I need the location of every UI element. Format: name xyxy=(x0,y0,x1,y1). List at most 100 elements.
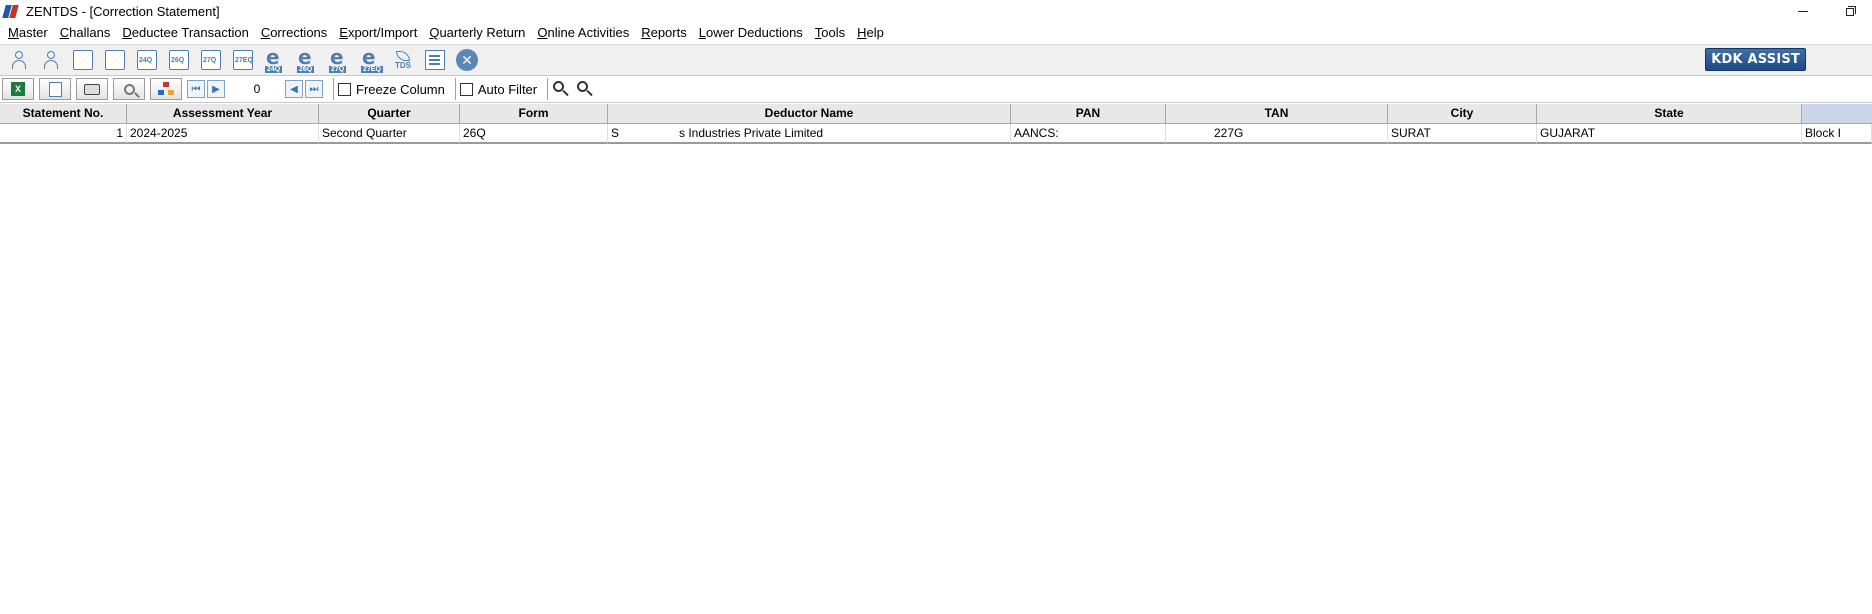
header-deductor-name[interactable]: Deductor Name xyxy=(608,104,1011,124)
cell-form[interactable]: 26Q xyxy=(460,124,608,144)
cell-state[interactable]: GUJARAT xyxy=(1537,124,1802,144)
e-27q-button[interactable]: e 27Q xyxy=(324,45,354,74)
close-circle-icon: ✕ xyxy=(456,49,478,71)
skip-last-icon: ⏭ xyxy=(309,83,319,95)
document-icon xyxy=(48,81,62,97)
e-return-27eq-icon: e 27EQ xyxy=(361,45,383,73)
search-icon xyxy=(123,83,135,95)
printer-icon xyxy=(84,83,100,95)
play-left-icon: ◀ xyxy=(290,83,298,95)
form-24q-button[interactable]: 24Q xyxy=(132,46,162,74)
grid-header: Statement No. Assessment Year Quarter Fo… xyxy=(0,104,1872,124)
window-title: ZENTDS - [Correction Statement] xyxy=(26,3,220,19)
auto-filter-label: Auto Filter xyxy=(477,81,538,97)
toolbar-separator xyxy=(454,78,456,100)
people-icon xyxy=(41,49,61,71)
form-26q-button[interactable]: 26Q xyxy=(164,46,194,74)
cell-city[interactable]: SURAT xyxy=(1388,124,1537,144)
menu-quarterly-return[interactable]: Quarterly Return xyxy=(423,22,531,44)
menu-challans[interactable]: Challans xyxy=(54,22,117,44)
auto-filter-option[interactable]: Auto Filter xyxy=(459,81,538,97)
menu-reports[interactable]: Reports xyxy=(635,22,693,44)
header-form[interactable]: Form xyxy=(460,104,608,124)
report-list-button[interactable] xyxy=(420,46,450,74)
minimize-button[interactable] xyxy=(1780,0,1826,22)
menu-deductee-transaction[interactable]: Deductee Transaction xyxy=(116,22,254,44)
title-bar: ZENTDS - [Correction Statement] xyxy=(0,0,1872,22)
zoom-in-button[interactable] xyxy=(552,80,570,98)
app-logo-icon xyxy=(2,3,20,19)
main-toolbar: 24Q 26Q 27Q 27EQ e 24Q e 26Q e 27Q e 27EQ TD… xyxy=(0,44,1872,75)
menu-help[interactable]: Help xyxy=(851,22,890,44)
cell-deductor-name[interactable]: S s Industries Private Limited xyxy=(608,124,1011,144)
tds-button[interactable]: TDS xyxy=(388,46,418,74)
kdk-assist-button[interactable]: KDK ASSIST xyxy=(1705,48,1806,71)
record-number: 0 xyxy=(253,82,261,96)
person-doc-icon xyxy=(105,50,125,70)
form-24q-icon: 24Q xyxy=(137,50,157,70)
skip-first-icon: ⏮ xyxy=(191,83,201,95)
header-city[interactable]: City xyxy=(1388,104,1537,124)
last-record-button[interactable]: ⏭ xyxy=(305,80,323,98)
e-return-26q-icon: e 26Q xyxy=(297,45,315,73)
auto-filter-checkbox[interactable] xyxy=(459,82,473,96)
cell-tan[interactable]: 227G xyxy=(1166,124,1388,144)
play-right-icon: ▶ xyxy=(212,83,220,95)
export-doc-button[interactable] xyxy=(39,78,71,100)
freeze-column-option[interactable]: Freeze Column xyxy=(338,82,445,97)
freeze-column-checkbox[interactable] xyxy=(338,82,351,96)
cell-assessment-year[interactable]: 2024-2025 xyxy=(127,124,319,144)
header-state[interactable]: State xyxy=(1537,104,1802,124)
cell-quarter[interactable]: Second Quarter xyxy=(319,124,460,144)
prev-record-button[interactable]: ▶ xyxy=(207,80,225,98)
toolbar-separator xyxy=(333,78,334,100)
header-statement-no[interactable]: Statement No. xyxy=(0,104,127,124)
zoom-out-button[interactable] xyxy=(576,80,594,98)
e-26q-button[interactable]: e 26Q xyxy=(292,45,322,74)
menu-corrections[interactable]: Corrections xyxy=(255,22,333,44)
next-record-button[interactable]: ◀ xyxy=(285,80,303,98)
form-27eq-button[interactable]: 27EQ xyxy=(228,46,258,74)
restore-button[interactable] xyxy=(1826,0,1872,22)
find-button[interactable] xyxy=(113,78,145,100)
cell-pan[interactable]: AANCS: xyxy=(1011,124,1166,144)
deductor-button[interactable] xyxy=(4,46,34,74)
menu-online-activities[interactable]: Online Activities xyxy=(531,22,635,44)
e-return-27q-icon: e 27Q xyxy=(329,45,347,73)
menu-export-import[interactable]: Export/Import xyxy=(333,22,423,44)
header-assessment-year[interactable]: Assessment Year xyxy=(127,104,319,124)
hierarchy-icon xyxy=(158,82,174,96)
e-27eq-button[interactable]: e 27EQ xyxy=(356,45,386,74)
table-row[interactable]: 1 2024-2025 Second Quarter 26Q S s Indus… xyxy=(0,124,1872,144)
nav-next-last-group: ◀ ⏭ xyxy=(285,80,325,98)
menu-master[interactable]: Master xyxy=(2,22,54,44)
toolbar-separator xyxy=(547,78,549,100)
header-tan[interactable]: TAN xyxy=(1166,104,1388,124)
export-excel-button[interactable]: X xyxy=(2,78,34,100)
header-address[interactable] xyxy=(1802,104,1872,124)
group-button[interactable] xyxy=(150,78,182,100)
statement-grid: Statement No. Assessment Year Quarter Fo… xyxy=(0,104,1872,144)
menu-lower-deductions[interactable]: Lower Deductions xyxy=(693,22,809,44)
deductee-doc-button[interactable] xyxy=(68,46,98,74)
print-button[interactable] xyxy=(76,78,108,100)
grid-toolbar: X ⏮ ▶ 0 ◀ ⏭ Freeze Column Auto Filter xyxy=(0,75,1872,103)
tds-icon: TDS xyxy=(395,50,411,70)
list-doc-icon xyxy=(425,50,445,70)
employee-doc-button[interactable] xyxy=(100,46,130,74)
first-record-button[interactable]: ⏮ xyxy=(187,80,205,98)
window-controls xyxy=(1780,0,1872,22)
header-quarter[interactable]: Quarter xyxy=(319,104,460,124)
header-pan[interactable]: PAN xyxy=(1011,104,1166,124)
e-24q-button[interactable]: e 24Q xyxy=(260,45,290,74)
deductees-button[interactable] xyxy=(36,46,66,74)
form-27q-button[interactable]: 27Q xyxy=(196,46,226,74)
person-icon xyxy=(9,49,29,71)
minimize-icon xyxy=(1798,10,1808,12)
cell-address[interactable]: Block I xyxy=(1802,124,1872,144)
cell-statement-no[interactable]: 1 xyxy=(0,124,127,144)
e-return-24q-icon: e 24Q xyxy=(265,45,283,73)
close-screen-button[interactable]: ✕ xyxy=(452,46,482,74)
excel-icon: X xyxy=(11,82,25,96)
menu-tools[interactable]: Tools xyxy=(809,22,851,44)
